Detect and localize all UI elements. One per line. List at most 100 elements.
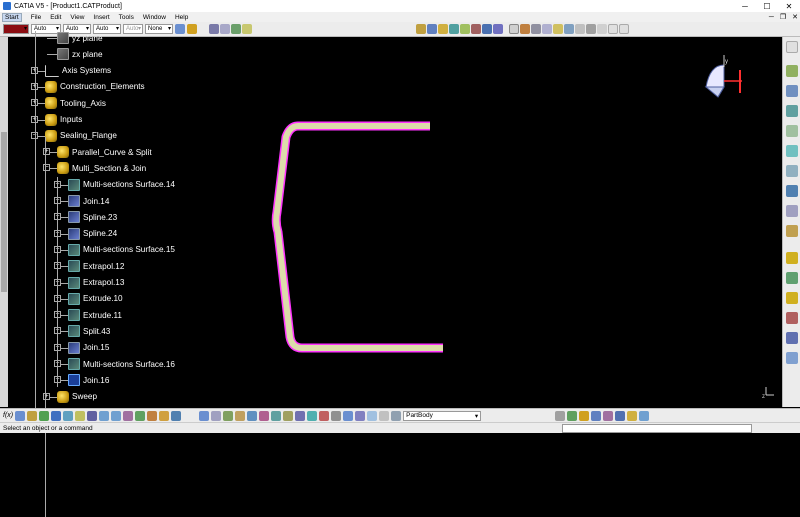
select-icon[interactable] [209, 24, 219, 34]
swap-visible-space-icon[interactable] [542, 24, 552, 34]
define-in-work-object-combo[interactable]: PartBody [403, 410, 482, 421]
compass[interactable]: y [704, 55, 742, 98]
healing-icon[interactable] [307, 410, 318, 421]
minimize-button[interactable]: ─ [734, 0, 756, 12]
shading-icon[interactable] [520, 24, 530, 34]
doc-restore-button[interactable]: ❐ [780, 13, 786, 21]
menu-insert[interactable]: Insert [93, 14, 109, 21]
knowledge-icon[interactable] [15, 410, 26, 421]
catalog-icon[interactable] [39, 410, 50, 421]
zoom-out-icon[interactable] [471, 24, 481, 34]
line-tool-icon[interactable] [786, 85, 798, 97]
surface-analysis-icon[interactable] [603, 410, 614, 421]
curvature-icon[interactable] [579, 410, 590, 421]
intersect-icon[interactable] [259, 410, 270, 421]
close-button[interactable]: ✕ [778, 0, 800, 12]
doc-close-button[interactable]: ✕ [792, 13, 798, 21]
top-view-icon[interactable] [147, 410, 158, 421]
sealing-flange-surface-edge[interactable] [271, 121, 443, 353]
shading-edges-icon[interactable] [564, 24, 574, 34]
tree-node[interactable]: Sealing_Flange [45, 129, 117, 143]
sketch-icon[interactable] [231, 24, 241, 34]
circle-icon[interactable] [786, 125, 798, 137]
menu-tools[interactable]: Tools [119, 14, 134, 21]
menu-view[interactable]: View [70, 14, 84, 21]
disassemble-icon[interactable] [319, 410, 330, 421]
tree-node[interactable]: Axis Systems [45, 64, 111, 78]
explode-icon[interactable] [171, 410, 182, 421]
symmetry-icon[interactable] [367, 410, 378, 421]
geometry-canvas[interactable]: y z [250, 37, 782, 407]
wireframe-icon[interactable] [575, 24, 585, 34]
porcupine-icon[interactable] [615, 410, 626, 421]
parallel-curve-icon[interactable] [271, 410, 282, 421]
loft-icon[interactable] [786, 272, 798, 284]
trim-icon[interactable] [786, 352, 798, 364]
offset-icon[interactable] [283, 410, 294, 421]
tree-node[interactable]: Join.16 [68, 373, 109, 387]
tree-node[interactable]: Split.43 [68, 324, 110, 338]
tree-node[interactable]: Multi-sections Surface.16 [68, 357, 175, 371]
line-icon[interactable] [608, 24, 618, 34]
normal-view-icon[interactable] [482, 24, 492, 34]
3d-viewport[interactable]: y z [250, 37, 782, 407]
menu-file[interactable]: File [31, 14, 41, 21]
tree-node[interactable]: Extrude.10 [68, 292, 123, 306]
tree-node[interactable]: Inputs [45, 113, 82, 127]
fill-icon[interactable] [786, 252, 798, 264]
translate-icon[interactable] [343, 410, 354, 421]
spline-tool-icon[interactable] [786, 145, 798, 157]
doc-minimize-button[interactable]: ─ [769, 14, 774, 21]
back-view-icon[interactable] [111, 410, 122, 421]
extremum-icon[interactable] [211, 410, 222, 421]
front-view-icon[interactable] [99, 410, 110, 421]
right-view-icon[interactable] [135, 410, 146, 421]
menu-help[interactable]: Help [175, 14, 188, 21]
rough-offset-icon[interactable] [295, 410, 306, 421]
hide-show-icon[interactable] [531, 24, 541, 34]
blend-icon[interactable] [786, 292, 798, 304]
boundary-icon[interactable] [331, 410, 342, 421]
join-tool-icon[interactable] [786, 312, 798, 324]
macro-icon[interactable] [27, 410, 38, 421]
bottom-view-icon[interactable] [159, 410, 170, 421]
tree-node[interactable]: Join.15 [68, 341, 109, 355]
zoom-area-icon[interactable] [87, 410, 98, 421]
iso-view-icon[interactable] [509, 24, 519, 34]
left-view-icon[interactable] [123, 410, 134, 421]
properties-painter-icon[interactable] [175, 24, 185, 34]
plane-tool-icon[interactable] [786, 105, 798, 117]
project-icon[interactable] [247, 410, 258, 421]
fly-mode-icon[interactable] [416, 24, 426, 34]
connect-checker-icon[interactable] [567, 410, 578, 421]
sealing-flange-surface[interactable] [273, 123, 443, 351]
menu-start[interactable]: Start [2, 12, 22, 22]
draft-analysis-icon[interactable] [591, 410, 602, 421]
combine-icon[interactable] [235, 410, 246, 421]
sweep-tool-icon[interactable] [786, 225, 798, 237]
pan-icon[interactable] [438, 24, 448, 34]
customize-view-icon[interactable] [597, 24, 607, 34]
tree-node[interactable]: Multi_Section & Join [57, 161, 146, 175]
reflection-lines-icon[interactable] [639, 410, 650, 421]
format-painter-icon[interactable] [187, 24, 197, 34]
rotate-view-icon[interactable] [75, 410, 86, 421]
tree-node[interactable]: Multi-sections Surface.15 [68, 243, 175, 257]
measure-between-icon[interactable] [555, 410, 566, 421]
layer-combo[interactable]: None [145, 24, 173, 34]
rotate-icon[interactable] [449, 24, 459, 34]
polyline-icon[interactable] [223, 410, 234, 421]
rotate-tool-icon[interactable] [355, 410, 366, 421]
hidden-edges-icon[interactable] [586, 24, 596, 34]
tree-node[interactable]: Sweep [57, 390, 97, 404]
multi-view-icon[interactable] [493, 24, 503, 34]
command-input[interactable] [562, 424, 752, 433]
tree-node[interactable]: Extrapol.12 [68, 259, 124, 273]
tree-node[interactable]: Join.14 [68, 194, 109, 208]
fit-all-icon[interactable] [427, 24, 437, 34]
menu-window[interactable]: Window [143, 14, 166, 21]
selection-trap-icon[interactable] [220, 24, 230, 34]
zoom-in-icon[interactable] [460, 24, 470, 34]
affinity-icon[interactable] [391, 410, 402, 421]
extrude-tool-icon[interactable] [786, 185, 798, 197]
